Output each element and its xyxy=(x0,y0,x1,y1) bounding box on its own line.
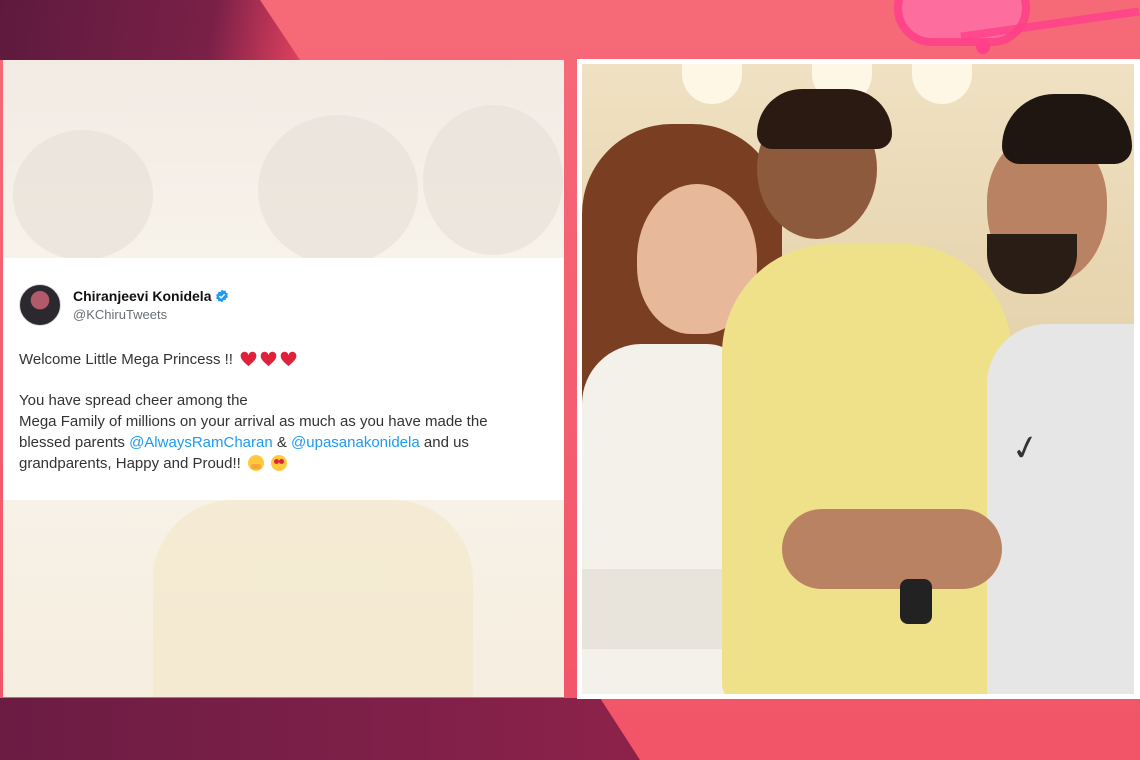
tweet-line-2: You have spread cheer among the xyxy=(19,392,248,409)
faded-photo-top xyxy=(3,60,564,265)
photo-young-man-beard xyxy=(987,234,1077,294)
background-dark-shape-top xyxy=(0,0,300,60)
photo-watch xyxy=(900,579,932,624)
background-dark-shape-bottom xyxy=(0,698,640,760)
tweet-header: Chiranjeevi Konidela @KChiruTweets xyxy=(19,284,548,326)
tweet-closing-text: grandparents, Happy and Proud!! xyxy=(19,455,241,472)
photo-man-hair xyxy=(757,89,892,149)
mention-link-ramcharan[interactable]: @AlwaysRamCharan xyxy=(129,434,273,451)
mention-link-upasana[interactable]: @upasanakonidela xyxy=(291,434,420,451)
author-name-row: Chiranjeevi Konidela xyxy=(73,288,229,304)
ampersand: & xyxy=(276,434,287,451)
photo-hand xyxy=(782,509,1002,589)
heart-eyes-icon xyxy=(271,455,288,471)
decorative-dot xyxy=(976,40,990,54)
tweet-panel: Chiranjeevi Konidela @KChiruTweets Welco… xyxy=(3,60,564,697)
tweet-line-4: blessed parents @AlwaysRamCharan & @upas… xyxy=(19,432,548,453)
photo-frame: ✓ xyxy=(577,59,1140,699)
heart-icon xyxy=(240,351,257,367)
author-name[interactable]: Chiranjeevi Konidela xyxy=(73,288,211,304)
photo-young-man-shirt xyxy=(987,324,1134,694)
photo-young-man-hair xyxy=(1002,94,1132,164)
verified-badge-icon xyxy=(216,289,229,303)
heart-icon xyxy=(260,351,277,367)
tweet-card: Chiranjeevi Konidela @KChiruTweets Welco… xyxy=(3,258,564,500)
avatar[interactable] xyxy=(19,284,61,326)
author-block: Chiranjeevi Konidela @KChiruTweets xyxy=(73,288,229,322)
faded-photo-bottom xyxy=(3,500,564,697)
tweet-text-suffix: and us xyxy=(423,434,469,451)
family-photo: ✓ xyxy=(582,64,1134,694)
photo-woman-belt xyxy=(582,569,722,649)
photo-man-kurta xyxy=(722,244,1012,694)
heart-icon xyxy=(280,351,297,367)
tweet-line-welcome: Welcome Little Mega Princess !! xyxy=(19,349,548,370)
hugging-face-icon xyxy=(248,455,264,471)
tweet-welcome-text: Welcome Little Mega Princess !! xyxy=(19,351,233,368)
tweet-text-prefix: blessed parents xyxy=(19,434,125,451)
tweet-text: Welcome Little Mega Princess !! You have… xyxy=(19,349,548,474)
tweet-line-5: grandparents, Happy and Proud!! xyxy=(19,453,548,474)
author-handle[interactable]: @KChiruTweets xyxy=(73,307,229,322)
tweet-line-3: Mega Family of millions on your arrival … xyxy=(19,413,488,430)
